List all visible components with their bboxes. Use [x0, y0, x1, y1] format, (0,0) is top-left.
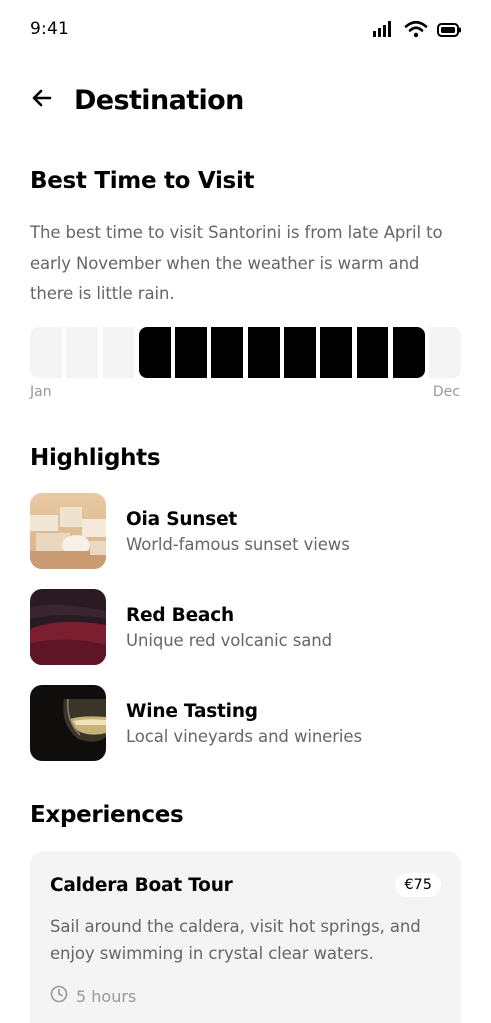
- highlight-subtitle: Local vineyards and wineries: [126, 726, 362, 746]
- price-badge: €75: [395, 873, 441, 897]
- highlight-title: Oia Sunset: [126, 508, 238, 530]
- month-segment: [102, 327, 135, 378]
- month-bar: [30, 327, 462, 378]
- arrow-left-icon: [30, 86, 54, 114]
- wifi-icon: [404, 20, 428, 42]
- experience-title: Caldera Boat Tour: [50, 875, 233, 896]
- experience-duration: 5 hours: [50, 985, 136, 1007]
- month-segment: [247, 327, 280, 378]
- best-time-title: Best Time to Visit: [30, 168, 255, 194]
- duration-text: 5 hours: [76, 986, 137, 1006]
- status-time: 9:41: [30, 19, 69, 39]
- signal-icon: [373, 21, 395, 41]
- highlight-item[interactable]: Red Beach Unique red volcanic sand: [30, 589, 461, 665]
- back-button[interactable]: [30, 88, 54, 112]
- header: Destination: [30, 80, 244, 120]
- month-end-label: Dec: [432, 384, 460, 400]
- month-segment: [138, 327, 171, 378]
- month-segment: [392, 327, 425, 378]
- month-segment: [429, 327, 462, 378]
- experiences-title: Experiences: [30, 802, 184, 828]
- highlight-item[interactable]: Oia Sunset World-famous sunset views: [30, 493, 461, 569]
- battery-icon: [437, 22, 461, 41]
- highlight-subtitle: World-famous sunset views: [126, 534, 350, 554]
- month-segment: [66, 327, 99, 378]
- status-bar: 9:41: [0, 0, 491, 62]
- month-segment: [211, 327, 244, 378]
- experience-description: Sail around the caldera, visit hot sprin…: [50, 917, 421, 963]
- month-segment: [284, 327, 316, 378]
- highlight-title: Red Beach: [126, 604, 234, 626]
- red-beach-image: [30, 589, 106, 665]
- wine-tasting-image: [30, 685, 106, 761]
- month-segment: [356, 327, 389, 378]
- page-title: Destination: [74, 84, 244, 116]
- highlight-title: Wine Tasting: [126, 700, 258, 722]
- month-segment: [175, 327, 207, 378]
- month-segment: [30, 327, 62, 378]
- month-segment: [320, 327, 353, 378]
- oia-sunset-image: [30, 493, 106, 569]
- highlight-item[interactable]: Wine Tasting Local vineyards and winerie…: [30, 685, 461, 761]
- clock-icon: [50, 985, 68, 1007]
- highlights-title: Highlights: [30, 445, 161, 471]
- best-time-description: The best time to visit Santorini is from…: [30, 223, 443, 303]
- status-icons: [373, 20, 461, 42]
- highlight-subtitle: Unique red volcanic sand: [126, 630, 332, 650]
- experience-card[interactable]: Caldera Boat Tour €75 Sail around the ca…: [30, 851, 461, 1023]
- month-start-label: Jan: [30, 384, 52, 400]
